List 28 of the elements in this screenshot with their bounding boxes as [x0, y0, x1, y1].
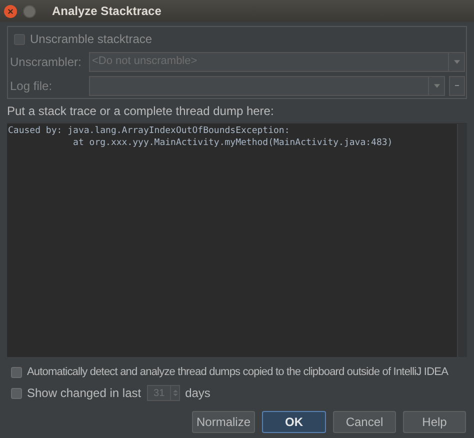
stacktrace-text-area[interactable]: Caused by: java.lang.ArrayIndexOutOfBoundsException: at org.xxx.yyy.MainActivity.myMethod(MainActivity.java:483): [7, 123, 467, 357]
checkbox[interactable]: [14, 34, 25, 44]
dropdown-arrow-icon: [434, 84, 440, 88]
dialog-button[interactable]: Help: [403, 411, 466, 433]
code-line: at org.xxx.yyy.MainActivity.myMethod(MainActivity.java:483): [72, 137, 394, 149]
dialog-button[interactable]: OK: [262, 411, 326, 433]
dialog-button[interactable]: Cancel: [333, 411, 396, 433]
scrollbar[interactable]: [457, 124, 467, 357]
checkbox[interactable]: [11, 366, 22, 378]
close-button[interactable]: [4, 4, 17, 18]
browse-button[interactable]: [449, 76, 465, 96]
days-label: days: [185, 385, 210, 402]
checkbox-label: Show changed in last: [27, 385, 142, 402]
field-label: Log file:: [10, 78, 54, 94]
field-label: Unscrambler:: [10, 54, 82, 70]
dropdown-arrow-icon: [454, 60, 460, 64]
instruction-text: Put a stack trace or a complete thread dump here:: [7, 103, 275, 120]
window-title: Analyze Stacktrace: [52, 3, 162, 20]
dropdown-field[interactable]: [89, 76, 445, 96]
dialog-button[interactable]: Normalize: [192, 411, 255, 433]
code-line: Caused by: java.lang.ArrayIndexOutOfBoundsException:: [8, 125, 291, 137]
minus-icon: [454, 85, 460, 86]
spinner-arrows-icon: [172, 389, 178, 397]
checkbox-label: Unscramble stacktrace: [30, 31, 152, 48]
close-icon: [7, 8, 14, 14]
checkbox[interactable]: [11, 388, 22, 398]
checkbox-label: Automatically detect and analyze thread dumps copied to the clipboard outside of IntelliJ IDEA: [27, 364, 448, 380]
maximize-button[interactable]: [23, 4, 36, 18]
